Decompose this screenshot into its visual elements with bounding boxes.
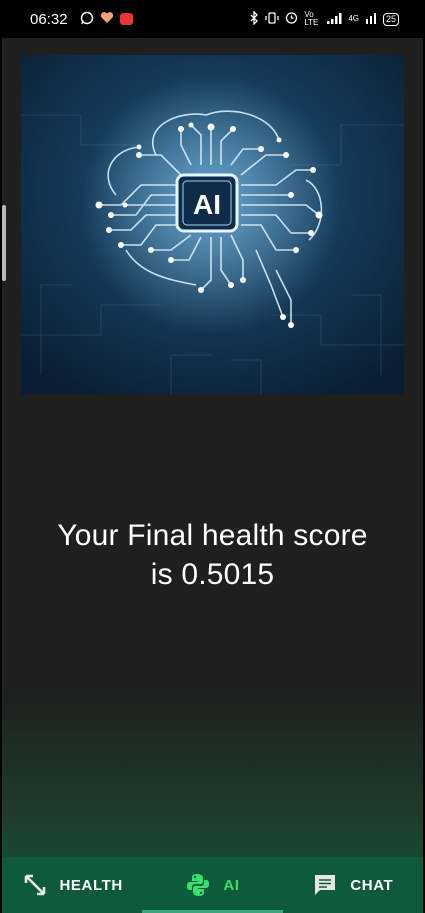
volte-icon: Vo LTE bbox=[304, 10, 319, 27]
nav-tab-health-label: HEALTH bbox=[59, 876, 123, 894]
nav-tab-chat[interactable]: CHAT bbox=[283, 857, 423, 913]
recorder-icon bbox=[119, 13, 133, 25]
ai-chip-label: AI bbox=[193, 189, 221, 220]
status-bar-right: Vo LTE 4G 25 bbox=[249, 9, 399, 28]
battery-icon: 25 bbox=[382, 12, 399, 26]
ai-brain-image: AI bbox=[21, 55, 404, 394]
signal-4g-icon bbox=[365, 12, 377, 27]
nav-tab-health[interactable]: HEALTH bbox=[2, 857, 142, 913]
status-bar: 06:32 Vo LTE 4G 25 bbox=[0, 0, 425, 38]
bottom-navigation: HEALTH AI CHAT bbox=[2, 857, 423, 913]
bluetooth-icon bbox=[249, 9, 259, 28]
heart-pulse-icon bbox=[100, 11, 114, 27]
nav-tab-chat-label: CHAT bbox=[350, 876, 394, 894]
app-screen: AI Your Final health score is 0.5015 HEA… bbox=[2, 38, 423, 913]
clock: 06:32 bbox=[30, 10, 68, 28]
network-type-label: 4G bbox=[348, 14, 359, 23]
whatsapp-icon bbox=[80, 11, 94, 28]
alarm-icon bbox=[285, 11, 298, 27]
scroll-indicator[interactable] bbox=[2, 205, 6, 281]
signal-icon bbox=[326, 12, 342, 27]
python-icon bbox=[185, 872, 211, 898]
chat-icon bbox=[312, 872, 338, 898]
health-score-line-2: is 0.5015 bbox=[150, 558, 275, 591]
status-bar-left: 06:32 bbox=[30, 11, 133, 28]
vibrate-icon bbox=[265, 11, 279, 27]
nav-tab-ai[interactable]: AI bbox=[142, 857, 283, 913]
nav-tab-ai-label: AI bbox=[223, 876, 240, 894]
expand-arrows-icon bbox=[22, 872, 48, 898]
health-score-result: Your Final health score is 0.5015 bbox=[2, 516, 423, 594]
health-score-line-1: Your Final health score bbox=[57, 519, 368, 552]
